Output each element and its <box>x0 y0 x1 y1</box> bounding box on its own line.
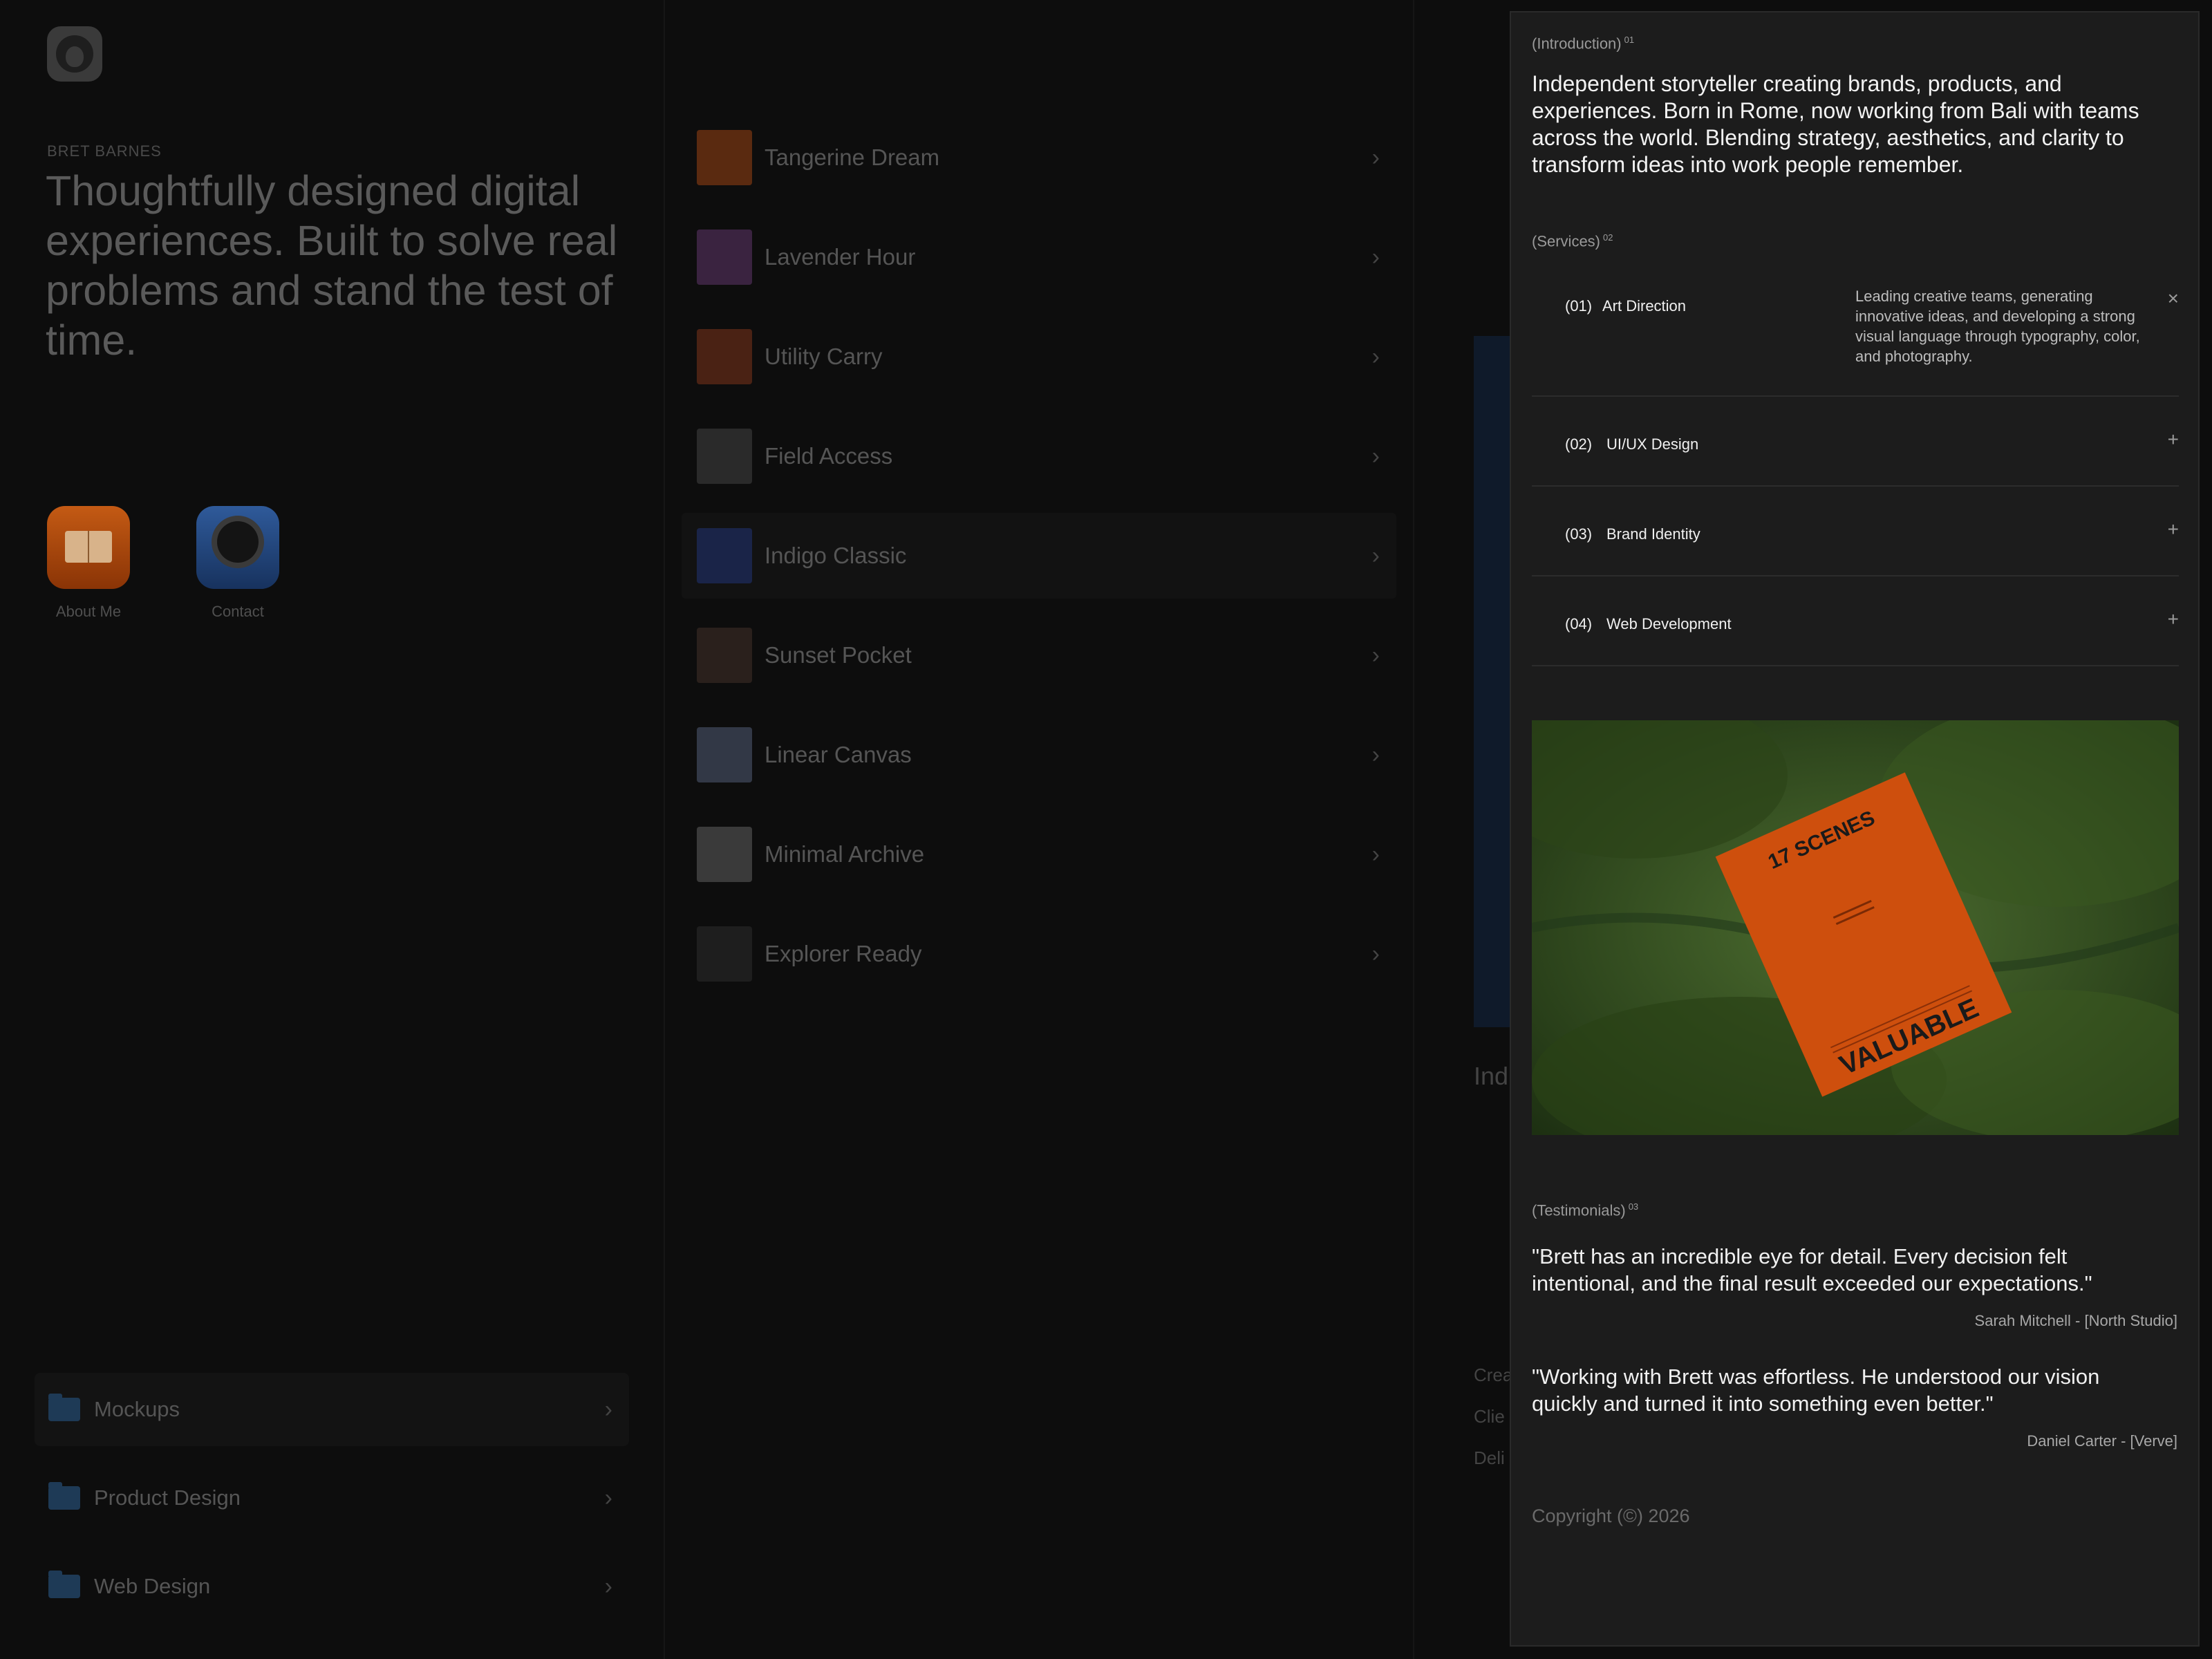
about-panel: (Introduction) 01 Independent storyteller… <box>1510 11 2200 1647</box>
service-brand-identity[interactable]: (03) Brand Identity + <box>1532 487 2179 577</box>
project-item[interactable]: Tangerine Dream › <box>682 115 1396 200</box>
chevron-right-icon: › <box>1371 841 1380 868</box>
testimonials-label: (Testimonials) 03 <box>1532 1201 1639 1219</box>
project-thumbnail <box>697 926 752 982</box>
project-item[interactable]: Indigo Classic › <box>682 513 1396 599</box>
service-web-development[interactable]: (04) Web Development + <box>1532 577 2179 666</box>
chevron-right-icon: › <box>1371 741 1380 768</box>
project-thumbnail <box>697 628 752 683</box>
folder-label: Product Design <box>94 1485 241 1510</box>
project-item[interactable]: Explorer Ready › <box>682 911 1396 997</box>
project-label: Utility Carry <box>765 344 883 369</box>
folder-icon <box>48 1482 80 1510</box>
service-name: UI/UX Design <box>1606 435 1699 453</box>
chevron-right-icon: › <box>604 1396 612 1423</box>
project-thumbnail <box>697 429 752 484</box>
profile-name: BRET BARNES <box>47 142 162 160</box>
project-item[interactable]: Utility Carry › <box>682 314 1396 400</box>
testimonial-author: Sarah Mitchell - [North Studio] <box>1974 1312 2177 1329</box>
preview-meta-line: Crea <box>1474 1365 1513 1385</box>
showcase-illustration: 17 SCENES VALUABLE <box>1532 720 2179 1135</box>
profile-headline: Thoughtfully designed digital experience… <box>46 167 618 364</box>
chevron-right-icon: › <box>1371 343 1380 370</box>
folder-icon <box>48 1571 80 1598</box>
testimonial-quote: "Working with Brett was effortless. He u… <box>1532 1365 2100 1416</box>
service-name: Art Direction <box>1602 297 1687 315</box>
service-number: (03) <box>1565 525 1593 543</box>
avatar-logo[interactable] <box>47 26 102 82</box>
folder-icon <box>48 1394 80 1421</box>
service-number: (02) <box>1565 435 1593 453</box>
showcase-photo: 17 SCENES VALUABLE <box>1532 720 2179 1135</box>
project-item[interactable]: Sunset Pocket › <box>682 612 1396 698</box>
project-label: Explorer Ready <box>765 941 922 966</box>
project-thumbnail <box>697 130 752 185</box>
chevron-right-icon: › <box>1371 243 1380 270</box>
project-item[interactable]: Lavender Hour › <box>682 214 1396 300</box>
project-label: Lavender Hour <box>765 244 916 270</box>
plus-icon[interactable]: + <box>2168 518 2179 541</box>
project-label: Linear Canvas <box>765 742 912 767</box>
copyright-text: Copyright (©) 2026 <box>1532 1506 1690 1526</box>
chevron-right-icon: › <box>604 1573 612 1600</box>
project-item[interactable]: Field Access › <box>682 413 1396 499</box>
folder-label: Mockups <box>94 1397 180 1421</box>
column-divider <box>664 0 665 1659</box>
close-icon[interactable]: × <box>2168 288 2179 310</box>
services-label: (Services) 02 <box>1532 232 1613 250</box>
contact-app-icon[interactable] <box>196 506 279 589</box>
introduction-label: (Introduction) 01 <box>1532 35 1635 53</box>
camera-lens-icon <box>217 521 259 563</box>
plus-icon[interactable]: + <box>2168 429 2179 451</box>
project-item[interactable]: Linear Canvas › <box>682 712 1396 798</box>
project-label: Minimal Archive <box>765 841 925 867</box>
about-me-app-icon[interactable] <box>47 506 130 589</box>
plus-icon[interactable]: + <box>2168 608 2179 630</box>
project-thumbnail <box>697 229 752 285</box>
about-me-label: About Me <box>55 603 122 620</box>
chevron-right-icon: › <box>604 1484 612 1511</box>
testimonial-quote: "Brett has an incredible eye for detail.… <box>1532 1244 2092 1295</box>
preview-meta-line: Clie <box>1474 1406 1505 1427</box>
folder-product-design[interactable]: Product Design › <box>35 1461 629 1535</box>
preview-meta-line: Deli <box>1474 1447 1505 1468</box>
project-thumbnail <box>697 727 752 782</box>
service-art-direction[interactable]: (01) Art Direction Leading creative team… <box>1532 270 2179 397</box>
column-divider <box>1413 0 1414 1659</box>
project-thumbnail <box>697 528 752 583</box>
service-description: Leading creative teams, generating innov… <box>1855 288 2140 365</box>
chevron-right-icon: › <box>1371 442 1380 469</box>
service-name: Brand Identity <box>1606 525 1700 543</box>
project-label: Indigo Classic <box>765 543 907 568</box>
testimonial-author: Daniel Carter - [Verve] <box>2027 1432 2177 1450</box>
chevron-right-icon: › <box>1371 542 1380 569</box>
project-preview-image <box>1474 336 1511 1027</box>
service-number: (04) <box>1565 615 1593 632</box>
folder-mockups[interactable]: Mockups › <box>35 1373 629 1446</box>
service-number: (01) <box>1565 297 1593 315</box>
contact-label: Contact <box>212 603 264 620</box>
preview-title-fragment: Ind <box>1474 1062 1509 1090</box>
project-thumbnail <box>697 827 752 882</box>
project-label: Tangerine Dream <box>765 144 940 170</box>
project-label: Sunset Pocket <box>765 642 912 668</box>
service-name: Web Development <box>1606 615 1732 632</box>
chevron-right-icon: › <box>1371 940 1380 967</box>
folder-web-design[interactable]: Web Design › <box>35 1550 629 1623</box>
folder-label: Web Design <box>94 1574 211 1598</box>
project-thumbnail <box>697 329 752 384</box>
chevron-right-icon: › <box>1371 144 1380 171</box>
service-ui-ux-design[interactable]: (02) UI/UX Design + <box>1532 397 2179 487</box>
chevron-right-icon: › <box>1371 641 1380 668</box>
avatar-face-icon <box>56 35 93 73</box>
project-label: Field Access <box>765 443 893 469</box>
introduction-text: Independent storyteller creating brands,… <box>1532 71 2139 177</box>
project-item[interactable]: Minimal Archive › <box>682 812 1396 897</box>
book-icon <box>65 531 112 563</box>
